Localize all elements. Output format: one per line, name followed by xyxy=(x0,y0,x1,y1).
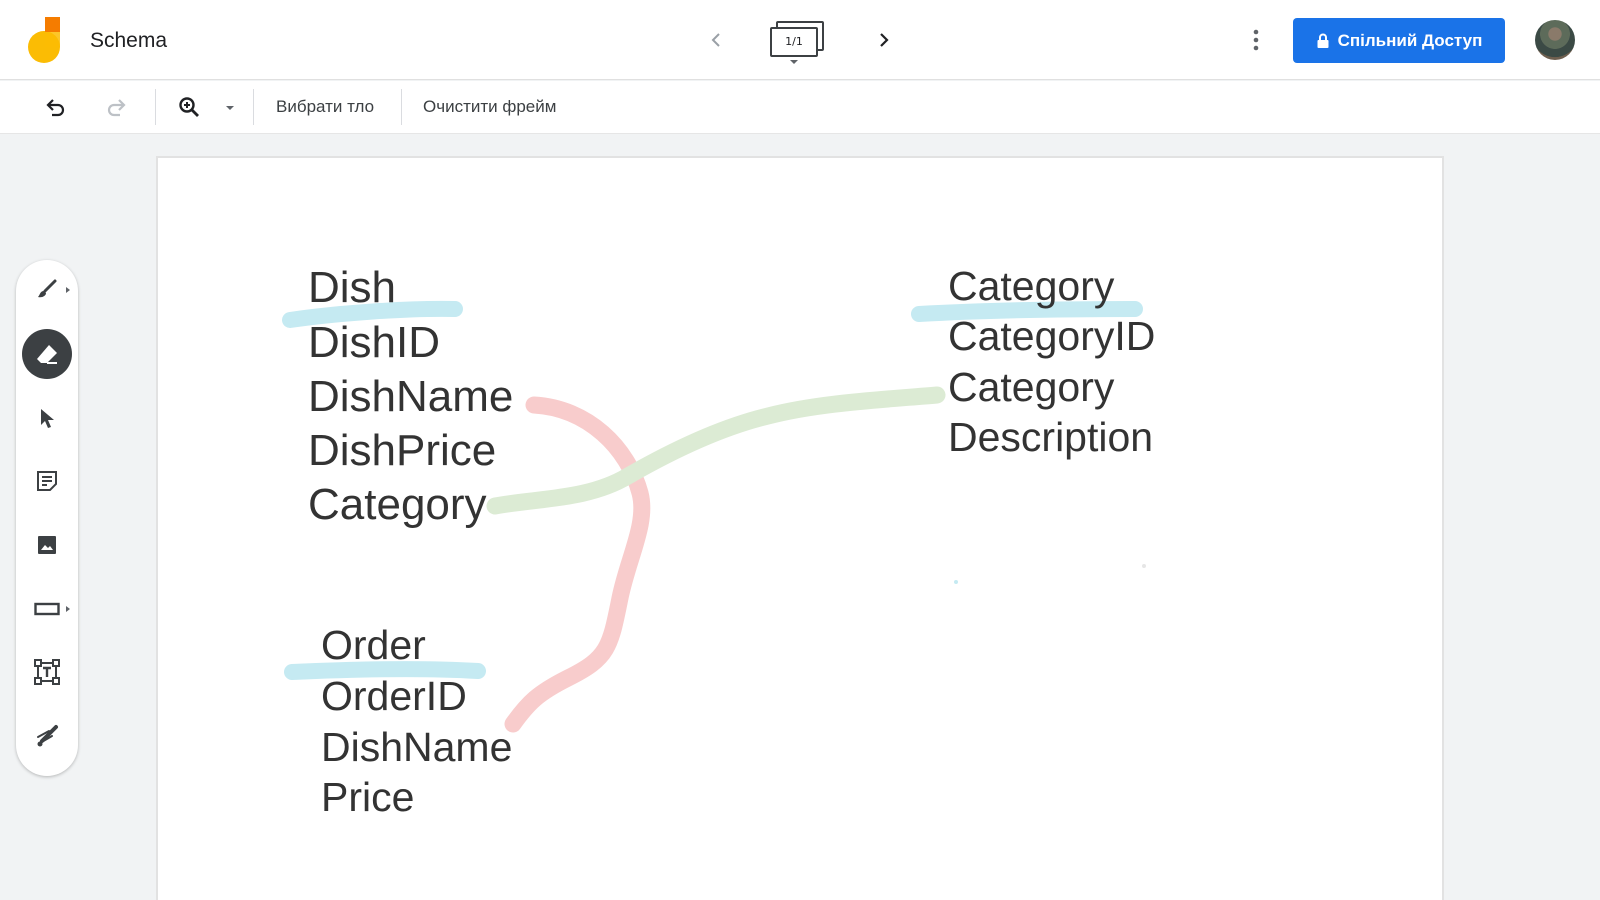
share-label: Спільний Доступ xyxy=(1337,30,1483,50)
jamboard-logo xyxy=(28,17,64,63)
laser-pointer-icon xyxy=(37,725,58,747)
clear-frame-button[interactable]: Очистити фрейм xyxy=(423,97,556,117)
order-field[interactable]: Price xyxy=(321,777,414,818)
highlight-stroke xyxy=(284,661,486,680)
edit-toolbar: Вибрати тло Очистити фрейм xyxy=(0,81,1600,134)
cursor-arrow-icon xyxy=(41,409,54,428)
zoom-button[interactable] xyxy=(171,89,207,125)
category-title[interactable]: Category xyxy=(948,266,1114,307)
order-field[interactable]: DishName xyxy=(321,727,512,768)
laser-tool[interactable] xyxy=(22,711,72,761)
redo-icon xyxy=(107,99,126,117)
eraser-tool[interactable] xyxy=(22,329,72,379)
redo-button[interactable] xyxy=(98,89,134,125)
sticky-note-icon xyxy=(37,471,57,491)
order-field[interactable]: OrderID xyxy=(321,676,467,717)
share-button[interactable]: Спільний Доступ xyxy=(1293,18,1505,63)
more-vert-icon xyxy=(1253,29,1259,51)
zoom-dropdown-icon[interactable] xyxy=(226,106,234,110)
select-tool[interactable] xyxy=(22,393,72,443)
app-header: Schema 1/1 Спільний Доступ xyxy=(0,0,1600,80)
whiteboard-canvas[interactable]: Dish DishID DishName DishPrice Category … xyxy=(156,156,1444,900)
dish-field[interactable]: DishID xyxy=(308,321,440,365)
image-tool[interactable] xyxy=(22,520,72,570)
dish-field[interactable]: DishPrice xyxy=(308,429,496,473)
next-frame-button[interactable] xyxy=(866,22,902,58)
previous-frame-button[interactable] xyxy=(698,22,734,58)
text-box-tool[interactable] xyxy=(22,647,72,697)
user-avatar[interactable] xyxy=(1535,20,1575,60)
order-title[interactable]: Order xyxy=(321,625,426,666)
lock-icon xyxy=(1317,33,1329,48)
sticky-note-tool[interactable] xyxy=(22,456,72,506)
category-field[interactable]: Description xyxy=(948,417,1153,458)
frame-bar-toggle[interactable]: 1/1 xyxy=(768,18,830,66)
dish-title[interactable]: Dish xyxy=(308,266,396,310)
frame-counter: 1/1 xyxy=(770,27,818,57)
dish-field[interactable]: Category xyxy=(308,483,487,527)
undo-button[interactable] xyxy=(38,89,74,125)
category-field[interactable]: Category xyxy=(948,367,1114,408)
text-box-icon xyxy=(34,659,60,685)
set-background-button[interactable]: Вибрати тло xyxy=(276,97,374,117)
pen-tool[interactable] xyxy=(22,265,72,315)
dish-field[interactable]: DishName xyxy=(308,375,513,419)
rectangle-icon xyxy=(34,602,60,616)
eraser-icon xyxy=(37,345,57,364)
shape-tool[interactable] xyxy=(22,584,72,634)
category-field[interactable]: CategoryID xyxy=(948,316,1155,357)
more-options-button[interactable] xyxy=(1240,24,1272,56)
caret-down-icon xyxy=(790,60,798,64)
chevron-left-icon xyxy=(711,33,720,47)
tool-palette xyxy=(16,260,78,776)
chevron-right-icon xyxy=(880,33,889,47)
document-title[interactable]: Schema xyxy=(90,29,167,53)
undo-icon xyxy=(46,99,65,117)
relation-stroke xyxy=(504,396,651,733)
zoom-in-icon xyxy=(179,97,199,117)
image-icon xyxy=(38,536,56,554)
brush-icon xyxy=(38,279,57,298)
